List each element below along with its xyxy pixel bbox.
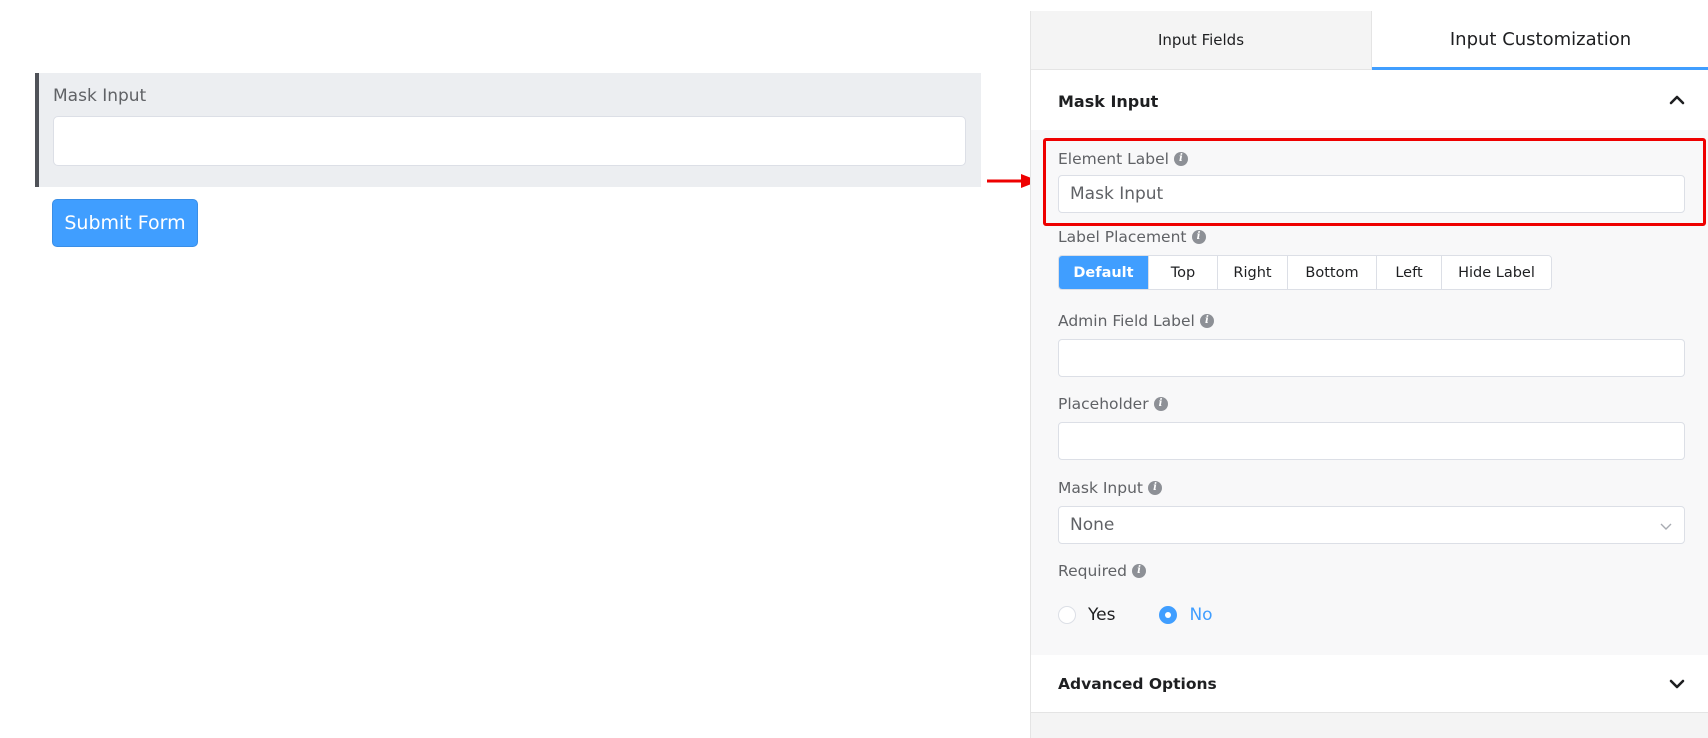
placeholder-text: Placeholder <box>1058 395 1149 413</box>
chevron-up-icon[interactable] <box>1669 92 1685 108</box>
admin-field-label-text: Admin Field Label <box>1058 312 1195 330</box>
required-yes-label[interactable]: Yes <box>1088 605 1115 625</box>
info-icon[interactable]: i <box>1191 230 1206 244</box>
admin-field-label-caption: Admin Field Label i <box>1058 312 1214 330</box>
section-header[interactable]: Mask Input <box>1031 70 1708 130</box>
admin-field-label-input[interactable] <box>1058 339 1685 377</box>
info-icon[interactable]: i <box>1153 397 1168 411</box>
element-label-caption: Element Label i <box>1058 150 1188 168</box>
info-icon[interactable]: i <box>1132 564 1146 578</box>
info-icon[interactable]: i <box>1148 481 1162 495</box>
mask-input-section: Mask Input Element Label i Mask Input La… <box>1031 70 1708 655</box>
placeholder-caption: Placeholder i <box>1058 395 1168 413</box>
mask-input-selected-value: None <box>1070 515 1115 535</box>
placement-left-button[interactable]: Left <box>1377 256 1442 289</box>
info-icon[interactable]: i <box>1199 314 1214 328</box>
label-placement-group: Default Top Right Bottom Left Hide Label <box>1058 255 1552 290</box>
placeholder-input[interactable] <box>1058 422 1685 460</box>
panel-tabs: Input Fields Input Customization <box>1031 11 1708 70</box>
required-text: Required <box>1058 562 1127 580</box>
section-body: Element Label i Mask Input Label Placeme… <box>1031 130 1708 655</box>
required-no-label[interactable]: No <box>1189 605 1212 625</box>
placement-bottom-button[interactable]: Bottom <box>1288 256 1377 289</box>
placement-default-button[interactable]: Default <box>1059 256 1149 289</box>
advanced-options-header[interactable]: Advanced Options <box>1031 655 1708 713</box>
form-element-input-preview[interactable] <box>53 116 966 166</box>
mask-input-caption: Mask Input i <box>1058 479 1162 497</box>
placement-top-button[interactable]: Top <box>1149 256 1218 289</box>
placement-right-button[interactable]: Right <box>1218 256 1288 289</box>
label-placement-caption: Label Placement i <box>1058 228 1206 246</box>
label-placement-text: Label Placement <box>1058 228 1187 246</box>
tab-input-customization[interactable]: Input Customization <box>1372 11 1708 70</box>
tab-input-fields[interactable]: Input Fields <box>1031 11 1372 70</box>
required-yes-radio[interactable] <box>1058 606 1076 624</box>
mask-input-select[interactable]: None <box>1058 506 1685 544</box>
chevron-down-icon <box>1660 523 1672 530</box>
placement-hide-label-button[interactable]: Hide Label <box>1442 256 1551 289</box>
required-caption: Required i <box>1058 562 1146 580</box>
required-no-radio[interactable] <box>1159 606 1178 624</box>
form-element-label: Mask Input <box>53 86 147 106</box>
section-title: Mask Input <box>1058 92 1159 111</box>
form-element-mask-input[interactable]: Mask Input <box>35 73 981 187</box>
element-label-input[interactable]: Mask Input <box>1058 175 1685 213</box>
submit-form-button[interactable]: Submit Form <box>52 199 198 247</box>
required-radio-group: Yes No <box>1058 605 1257 625</box>
info-icon[interactable]: i <box>1173 152 1188 166</box>
element-label-text: Element Label <box>1058 150 1169 168</box>
settings-panel: Input Fields Input Customization Mask In… <box>1030 11 1708 738</box>
mask-input-text: Mask Input <box>1058 479 1143 497</box>
advanced-options-title: Advanced Options <box>1058 675 1217 693</box>
chevron-down-icon[interactable] <box>1669 676 1685 692</box>
